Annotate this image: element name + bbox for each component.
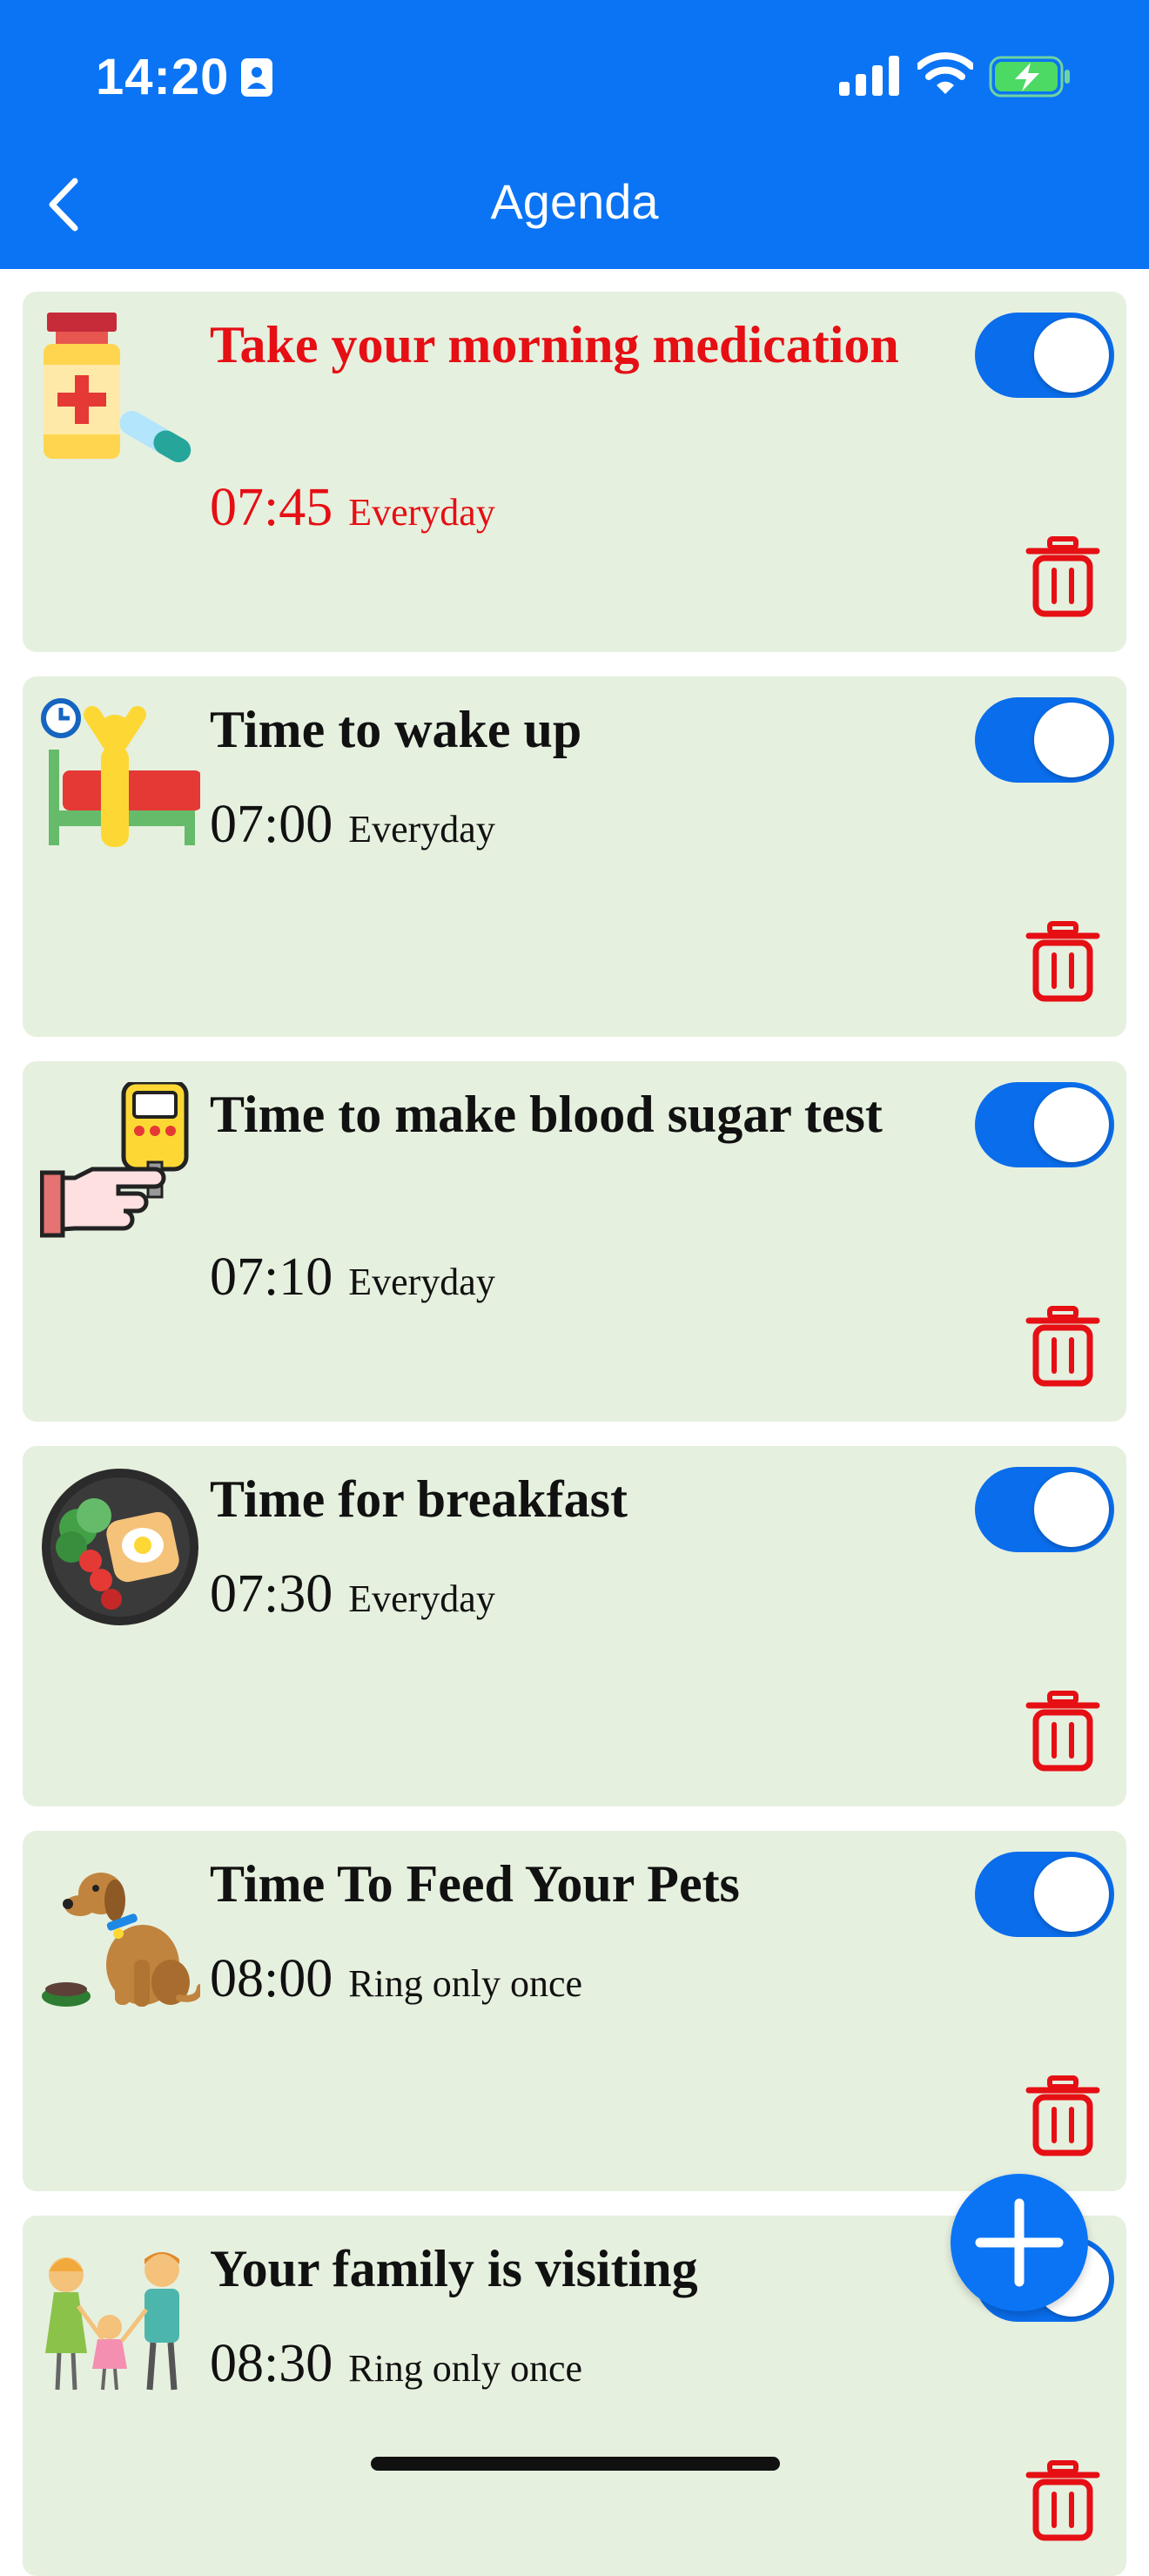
reminder-time: 08:00 xyxy=(210,1949,333,2008)
reminder-toggle[interactable] xyxy=(975,697,1114,783)
reminder-schedule: 07:00 Everyday xyxy=(210,790,495,859)
reminder-time: 07:10 xyxy=(210,1248,333,1307)
reminder-title: Time To Feed Your Pets xyxy=(210,1855,740,1913)
reminder-card[interactable]: Time to wake up 07:00 Everyday xyxy=(23,676,1126,1037)
delete-button[interactable] xyxy=(1024,535,1102,619)
delete-button[interactable] xyxy=(1024,1690,1102,1773)
reminder-time: 07:30 xyxy=(210,1564,333,1624)
battery-charging-icon xyxy=(989,56,1070,98)
id-badge-icon xyxy=(241,58,272,97)
reminder-card[interactable]: Time To Feed Your Pets 08:00 Ring only on… xyxy=(23,1831,1126,2191)
toggle-knob xyxy=(1034,1857,1109,1932)
reminder-title: Time to wake up xyxy=(210,701,582,758)
glucose-meter-icon xyxy=(40,1082,189,1238)
reminder-repeat: Everyday xyxy=(348,808,495,851)
reminder-repeat: Ring only once xyxy=(348,1962,583,2005)
breakfast-icon xyxy=(42,1469,198,1625)
reminder-toggle[interactable] xyxy=(975,1852,1114,1937)
reminder-title: Your family is visiting xyxy=(210,2240,698,2297)
reminder-repeat: Everyday xyxy=(348,491,495,534)
reminder-toggle[interactable] xyxy=(975,313,1114,398)
page-title: Agenda xyxy=(490,174,659,229)
reminder-repeat: Everyday xyxy=(348,1261,495,1303)
delete-button[interactable] xyxy=(1024,1305,1102,1389)
reminder-title: Time for breakfast xyxy=(210,1470,628,1528)
toggle-knob xyxy=(1034,1472,1109,1547)
delete-button[interactable] xyxy=(1024,920,1102,1004)
reminder-card[interactable]: Take your morning medication 07:45 Everyd… xyxy=(23,292,1126,652)
signal-icon xyxy=(839,56,899,96)
family-icon xyxy=(45,2252,179,2391)
reminder-title: Time to make blood sugar test xyxy=(210,1086,883,1143)
toggle-knob xyxy=(1034,703,1109,777)
wifi-icon xyxy=(917,52,973,94)
delete-button[interactable] xyxy=(1024,2075,1102,2158)
reminder-schedule: 07:45 Everyday xyxy=(210,473,495,542)
reminder-title: Take your morning medication xyxy=(210,316,899,373)
toggle-knob xyxy=(1034,1087,1109,1162)
reminder-repeat: Everyday xyxy=(348,1577,495,1620)
reminder-repeat: Ring only once xyxy=(348,2347,583,2390)
reminder-toggle[interactable] xyxy=(975,1082,1114,1167)
reminder-time: 08:30 xyxy=(210,2334,333,2393)
reminder-time: 07:00 xyxy=(210,795,333,854)
status-time: 14:20 xyxy=(96,49,230,105)
home-indicator[interactable] xyxy=(371,2457,780,2471)
pet-dog-icon xyxy=(42,1873,200,2007)
medication-icon xyxy=(44,313,192,462)
app-header: 14:20 Agenda xyxy=(0,0,1149,269)
reminder-card[interactable]: Time to make blood sugar test 07:10 Every… xyxy=(23,1061,1126,1422)
toggle-knob xyxy=(1034,318,1109,393)
delete-button[interactable] xyxy=(1024,2459,1102,2543)
reminder-time: 07:45 xyxy=(210,478,333,537)
reminder-schedule: 07:10 Everyday xyxy=(210,1242,495,1312)
reminder-schedule: 08:30 Ring only once xyxy=(210,2329,582,2398)
plus-icon xyxy=(975,2198,1064,2287)
wake-up-icon xyxy=(41,698,200,847)
reminder-schedule: 07:30 Everyday xyxy=(210,1559,495,1629)
reminder-schedule: 08:00 Ring only once xyxy=(210,1944,582,2014)
reminder-toggle[interactable] xyxy=(975,1467,1114,1552)
reminder-card[interactable]: Time for breakfast 07:30 Everyday xyxy=(23,1446,1126,1806)
add-reminder-button[interactable] xyxy=(951,2174,1088,2311)
